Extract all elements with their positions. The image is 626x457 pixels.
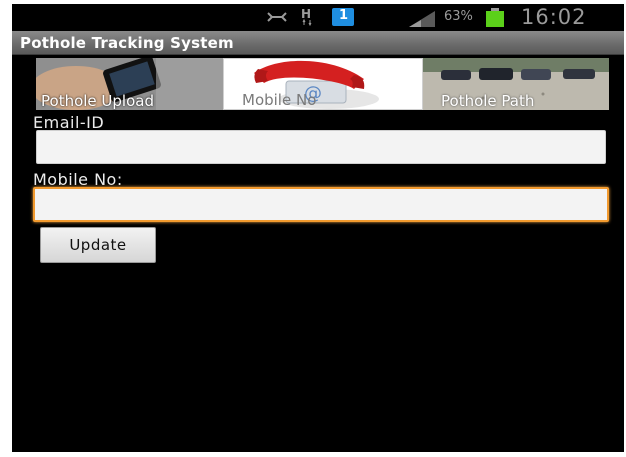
tab-label: Mobile No <box>242 91 317 109</box>
svg-text:H: H <box>301 7 311 21</box>
signal-icon <box>407 9 435 31</box>
app-title-bar: Pothole Tracking System <box>12 31 624 55</box>
update-button[interactable]: Update <box>40 227 156 263</box>
network-h-icon: H <box>300 6 316 30</box>
tab-pothole-upload[interactable]: Pothole Upload <box>36 58 232 110</box>
tab-mobile-no[interactable]: @ Mobile No <box>223 58 423 110</box>
mobile-number-field[interactable] <box>33 187 609 222</box>
notification-badge-icon: 1 <box>332 8 354 30</box>
app-title: Pothole Tracking System <box>20 34 234 52</box>
tab-label: Pothole Upload <box>41 92 154 110</box>
status-bar: H 1 63% 16:02 <box>12 4 624 31</box>
usb-debug-icon <box>266 9 288 29</box>
app-screen: H 1 63% 16:02 Pothole Tracking System Po… <box>12 4 624 452</box>
tab-pothole-path[interactable]: Pothole Path <box>423 58 609 110</box>
battery-percent: 63% <box>444 9 473 24</box>
email-field[interactable] <box>36 130 606 164</box>
tab-bar: Pothole Upload @ Mobile No Pothole Path <box>12 55 624 111</box>
battery-icon <box>485 8 505 31</box>
clock: 16:02 <box>521 5 587 29</box>
tab-label: Pothole Path <box>441 92 535 110</box>
notification-badge-count: 1 <box>339 8 349 23</box>
